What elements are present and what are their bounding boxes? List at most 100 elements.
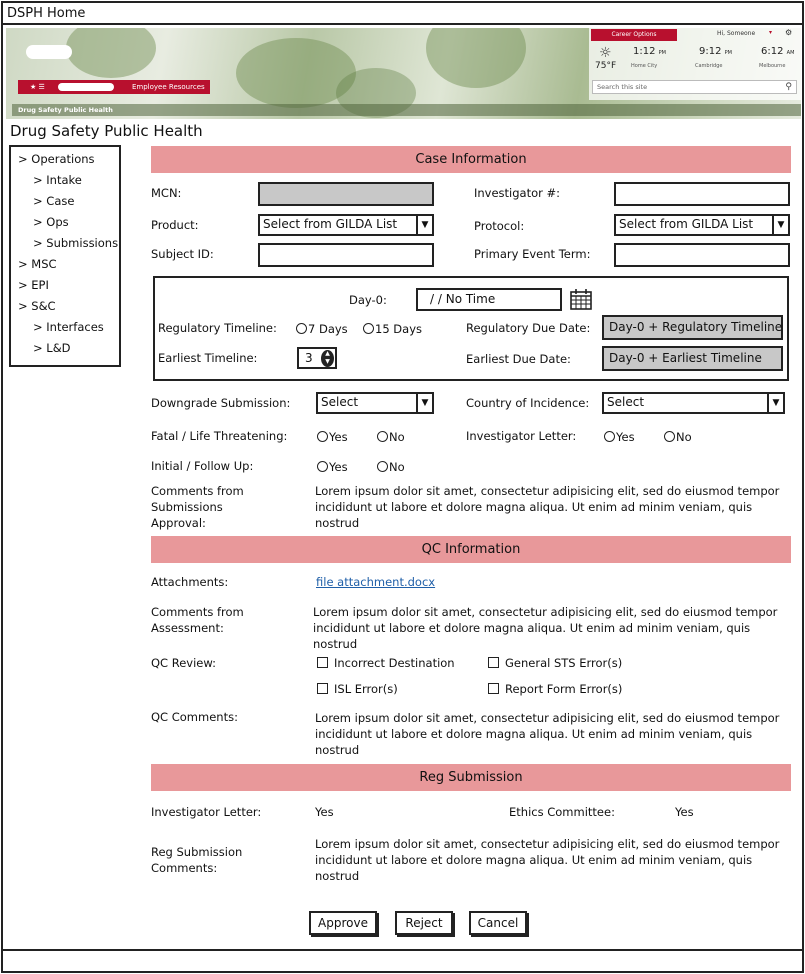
protocol-label: Protocol: <box>474 219 525 233</box>
nav-menu-icon[interactable]: ★ ☰ <box>30 80 45 94</box>
gear-icon[interactable]: ⚙ <box>785 28 792 37</box>
protocol-select[interactable]: Select from GILDA List ▼ <box>614 214 790 236</box>
check-report-form-error[interactable]: Report Form Error(s) <box>488 682 622 696</box>
product-select[interactable]: Select from GILDA List ▼ <box>258 214 434 236</box>
label-line: Approval: <box>151 516 206 530</box>
country-select-value: Select <box>607 395 645 409</box>
check-general-sts-error[interactable]: General STS Error(s) <box>488 656 622 670</box>
sidebar-item-operations[interactable]: > Operations <box>11 151 119 172</box>
attachment-link[interactable]: file attachment.docx <box>316 575 435 589</box>
sidebar-item-epi[interactable]: > EPI <box>11 277 119 298</box>
investigator-letter-yes-radio[interactable]: Yes <box>604 430 635 444</box>
label-line: Comments from <box>151 605 244 619</box>
dropdown-arrow-icon[interactable]: ▼ <box>772 216 788 234</box>
case-information-header: Case Information <box>151 146 791 173</box>
checkbox[interactable] <box>317 683 328 694</box>
reg-due-label: Regulatory Due Date: <box>466 321 591 335</box>
primary-event-field[interactable] <box>614 243 790 267</box>
checkbox[interactable] <box>488 683 499 694</box>
sidebar-item-case[interactable]: > Case <box>11 193 119 214</box>
day0-label: Day-0: <box>349 293 387 307</box>
site-banner: ★ ☰ Employee Resources Drug Safety Publi… <box>6 28 801 119</box>
radio-7-days-label: 7 Days <box>308 322 348 336</box>
user-greeting[interactable]: Hi, Someone <box>717 30 755 37</box>
mcn-field[interactable] <box>258 182 434 206</box>
mcn-label: MCN: <box>151 186 182 200</box>
stepper-arrows-icon[interactable]: ▲ ▼ <box>321 350 334 367</box>
ethics-committee-value: Yes <box>675 805 694 819</box>
radio-7-days[interactable]: 7 Days <box>296 322 348 336</box>
radio-15-days-label: 15 Days <box>375 322 422 336</box>
clock-time: 6:12 AM <box>761 46 795 57</box>
fatal-yes-radio[interactable]: Yes <box>317 430 348 444</box>
fatal-label: Fatal / Life Threatening: <box>151 429 288 443</box>
nav-redacted <box>58 83 114 91</box>
label-line: Comments from <box>151 484 244 498</box>
site-nav-bar[interactable]: ★ ☰ Employee Resources <box>18 80 210 94</box>
radio-circle[interactable] <box>296 323 307 334</box>
investigator-letter-no-radio[interactable]: No <box>664 430 692 444</box>
reg-submission-header: Reg Submission <box>151 764 791 791</box>
leaf-decoration <box>66 28 156 78</box>
reg-comments-label: Reg Submission Comments: <box>151 844 242 876</box>
submissions-comments-label: Comments from Submissions Approval: <box>151 483 244 531</box>
radio-circle[interactable] <box>363 323 374 334</box>
investigator-letter-label: Investigator Letter: <box>466 429 577 443</box>
dropdown-arrow-icon[interactable]: ▼ <box>767 394 783 412</box>
site-subtitle-bar: Drug Safety Public Health <box>12 104 801 116</box>
reject-button[interactable]: Reject <box>395 911 453 935</box>
cancel-button[interactable]: Cancel <box>469 911 527 935</box>
app-window: DSPH Home ★ ☰ Employee Resources Drug Sa… <box>1 1 804 973</box>
downgrade-select[interactable]: Select ▼ <box>316 392 434 414</box>
check-incorrect-destination[interactable]: Incorrect Destination <box>317 656 455 670</box>
sidebar-item-submissions[interactable]: > Submissions <box>11 235 119 256</box>
employee-resources-link[interactable]: Employee Resources <box>132 80 205 94</box>
radio-circle[interactable] <box>664 431 675 442</box>
reg-due-field: Day-0 + Regulatory Timeline <box>602 315 783 340</box>
day0-field[interactable]: / / No Time <box>416 288 562 311</box>
checkbox[interactable] <box>488 657 499 668</box>
fatal-no-radio[interactable]: No <box>377 430 405 444</box>
approve-button[interactable]: Approve <box>309 911 377 935</box>
initial-followup-label: Initial / Follow Up: <box>151 459 254 473</box>
checkbox-label: ISL Error(s) <box>334 682 398 696</box>
radio-circle[interactable] <box>377 461 388 472</box>
initial-no-radio[interactable]: No <box>377 460 405 474</box>
checkbox-label: General STS Error(s) <box>505 656 623 670</box>
calendar-icon[interactable] <box>570 289 592 310</box>
assessment-comments-text: Lorem ipsum dolor sit amet, consectetur … <box>313 605 778 651</box>
chevron-down-icon[interactable]: ▾ <box>769 29 772 36</box>
checkbox-label: Report Form Error(s) <box>505 682 623 696</box>
sun-icon: ☼ <box>599 45 612 61</box>
investigator-num-field[interactable] <box>614 182 790 206</box>
sidebar-item-interfaces[interactable]: > Interfaces <box>11 319 119 340</box>
search-icon[interactable]: ⚲ <box>785 81 792 93</box>
dropdown-arrow-icon[interactable]: ▼ <box>416 216 432 234</box>
site-search-input[interactable]: Search this site ⚲ <box>592 80 797 94</box>
dropdown-arrow-icon[interactable]: ▼ <box>416 394 432 412</box>
weather-temp: 75°F <box>595 61 617 71</box>
country-select[interactable]: Select ▼ <box>602 392 785 414</box>
ethics-committee-label: Ethics Committee: <box>509 805 615 819</box>
initial-yes-radio[interactable]: Yes <box>317 460 348 474</box>
radio-circle[interactable] <box>377 431 388 442</box>
check-isl-error[interactable]: ISL Error(s) <box>317 682 398 696</box>
label-line: Submissions <box>151 500 223 514</box>
qc-review-label: QC Review: <box>151 656 217 670</box>
sidebar-item-sc[interactable]: > S&C <box>11 298 119 319</box>
checkbox[interactable] <box>317 657 328 668</box>
site-logo[interactable] <box>26 45 72 59</box>
sidebar-item-intake[interactable]: > Intake <box>11 172 119 193</box>
radio-15-days[interactable]: 15 Days <box>363 322 422 336</box>
career-options-button[interactable]: Career Options <box>591 29 677 41</box>
radio-circle[interactable] <box>604 431 615 442</box>
sidebar-item-ld[interactable]: > L&D <box>11 340 119 361</box>
radio-circle[interactable] <box>317 461 328 472</box>
sidebar-item-ops[interactable]: > Ops <box>11 214 119 235</box>
primary-event-label: Primary Event Term: <box>474 247 591 261</box>
sidebar-item-msc[interactable]: > MSC <box>11 256 119 277</box>
radio-circle[interactable] <box>317 431 328 442</box>
subject-id-field[interactable] <box>258 243 434 267</box>
product-label: Product: <box>151 218 199 232</box>
earliest-timeline-stepper[interactable]: 3 ▲ ▼ <box>297 347 337 369</box>
